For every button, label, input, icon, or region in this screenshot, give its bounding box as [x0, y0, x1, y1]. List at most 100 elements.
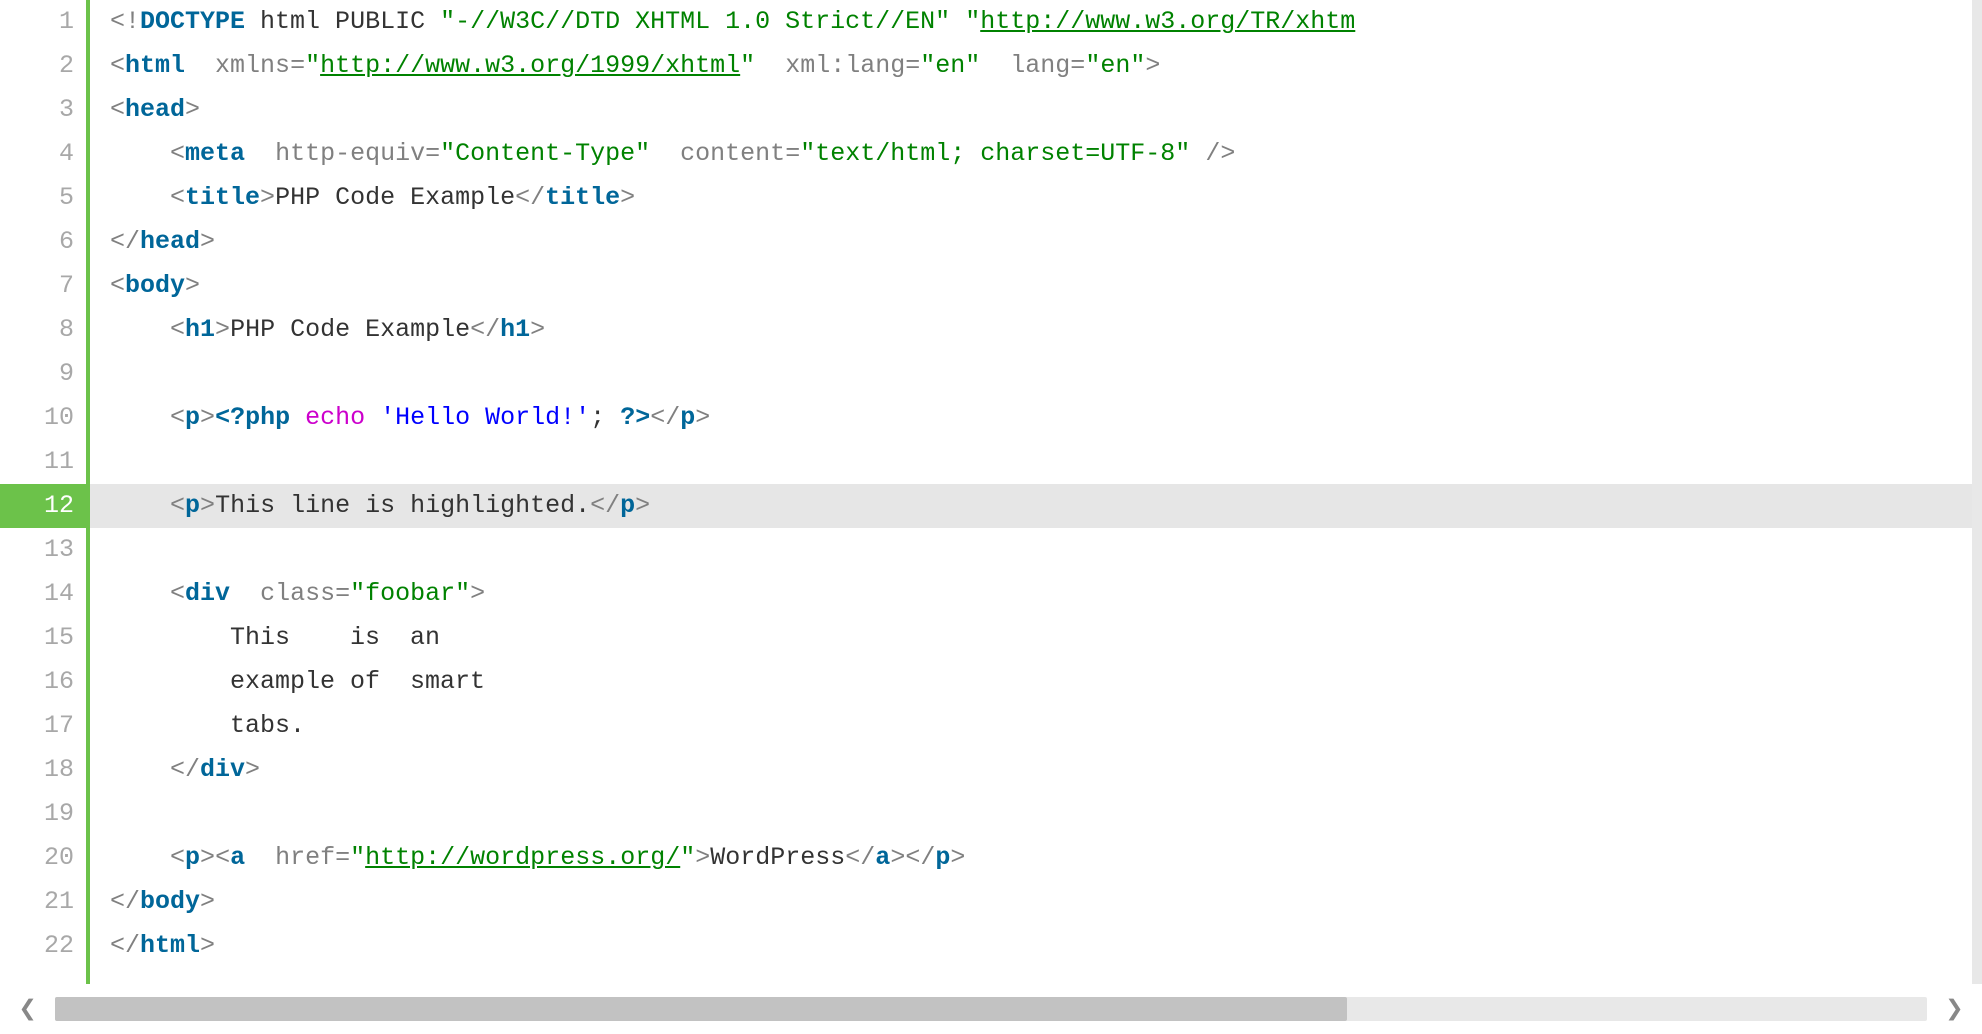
token	[365, 403, 380, 432]
token	[110, 183, 170, 212]
token: </	[110, 227, 140, 256]
line-number: 19	[0, 792, 86, 836]
token	[950, 7, 965, 36]
code-line[interactable]: example of smart	[90, 660, 1972, 704]
token: =	[335, 843, 350, 872]
line-number: 17	[0, 704, 86, 748]
code-line[interactable]: <p><a href="http://wordpress.org/">WordP…	[90, 836, 1972, 880]
token: =	[425, 139, 440, 168]
token: body	[140, 887, 200, 916]
code-line[interactable]: tabs.	[90, 704, 1972, 748]
token: PHP Code Example	[230, 315, 470, 344]
code-line[interactable]	[90, 792, 1972, 836]
token: xml:lang	[785, 51, 905, 80]
token: WordPress	[710, 843, 845, 872]
token: <	[170, 491, 185, 520]
line-number: 1	[0, 0, 86, 44]
scroll-right-button[interactable]: ❯	[1927, 991, 1982, 1028]
token: >	[695, 843, 710, 872]
code-line[interactable]: <div class="foobar">	[90, 572, 1972, 616]
line-number: 22	[0, 924, 86, 968]
token: >	[260, 183, 275, 212]
code-line[interactable]: <h1>PHP Code Example</h1>	[90, 308, 1972, 352]
token: <	[110, 51, 125, 80]
token: <	[170, 139, 185, 168]
code-line[interactable]: <body>	[90, 264, 1972, 308]
token: meta	[185, 139, 245, 168]
token: head	[125, 95, 185, 124]
code-line[interactable]: <title>PHP Code Example</title>	[90, 176, 1972, 220]
code-area[interactable]: <!DOCTYPE html PUBLIC "-//W3C//DTD XHTML…	[90, 0, 1972, 984]
token: http://wordpress.org/	[365, 843, 680, 872]
token: h1	[185, 315, 215, 344]
token: >	[635, 491, 650, 520]
token: <	[170, 843, 185, 872]
token: This line is highlighted.	[215, 491, 590, 520]
token: example of smart	[110, 667, 485, 696]
code-line[interactable]: </html>	[90, 924, 1972, 968]
horizontal-scroll-thumb[interactable]	[55, 997, 1347, 1021]
token: "	[680, 843, 695, 872]
token: >	[695, 403, 710, 432]
code-line[interactable]: </head>	[90, 220, 1972, 264]
token	[980, 51, 1010, 80]
token: </	[590, 491, 620, 520]
line-number: 10	[0, 396, 86, 440]
code-line[interactable]: </body>	[90, 880, 1972, 924]
token: "	[965, 7, 980, 36]
line-number: 20	[0, 836, 86, 880]
code-line[interactable]: <html xmlns="http://www.w3.org/1999/xhtm…	[90, 44, 1972, 88]
token: <	[170, 403, 185, 432]
token: </	[170, 755, 200, 784]
code-line[interactable]: <!DOCTYPE html PUBLIC "-//W3C//DTD XHTML…	[90, 0, 1972, 44]
token: lang	[1010, 51, 1070, 80]
token: >	[200, 843, 215, 872]
token: p	[185, 843, 200, 872]
code-line[interactable]	[90, 440, 1972, 484]
line-number: 2	[0, 44, 86, 88]
token	[110, 755, 170, 784]
code-line[interactable]: </div>	[90, 748, 1972, 792]
code-line[interactable]: <p><?php echo 'Hello World!'; ?></p>	[90, 396, 1972, 440]
token: >	[200, 931, 215, 960]
token: html	[125, 51, 185, 80]
token: </	[470, 315, 500, 344]
token: "	[740, 51, 755, 80]
token: a	[875, 843, 890, 872]
horizontal-scroll-track[interactable]	[55, 997, 1927, 1021]
token: p	[185, 491, 200, 520]
token: title	[185, 183, 260, 212]
token: a	[230, 843, 245, 872]
line-number: 8	[0, 308, 86, 352]
token: </	[650, 403, 680, 432]
token: "en"	[920, 51, 980, 80]
token	[650, 139, 680, 168]
token: "foobar"	[350, 579, 470, 608]
line-number: 6	[0, 220, 86, 264]
token: <	[170, 183, 185, 212]
line-number: 9	[0, 352, 86, 396]
token: html PUBLIC	[245, 7, 440, 36]
code-line[interactable]: <p>This line is highlighted.</p>	[90, 484, 1972, 528]
token: >	[245, 755, 260, 784]
code-editor[interactable]: 12345678910111213141516171819202122 <!DO…	[0, 0, 1982, 984]
token	[1190, 139, 1205, 168]
code-line[interactable]: This is an	[90, 616, 1972, 660]
token	[755, 51, 785, 80]
code-line[interactable]: <meta http-equiv="Content-Type" content=…	[90, 132, 1972, 176]
line-number: 11	[0, 440, 86, 484]
token: xmlns	[215, 51, 290, 80]
scroll-left-button[interactable]: ❮	[0, 991, 55, 1028]
token: <	[110, 271, 125, 300]
token: =	[290, 51, 305, 80]
code-line[interactable]	[90, 352, 1972, 396]
token: <	[215, 843, 230, 872]
token	[110, 579, 170, 608]
token: http-equiv	[275, 139, 425, 168]
token	[110, 139, 170, 168]
token: >	[530, 315, 545, 344]
token: tabs.	[110, 711, 305, 740]
code-line[interactable]	[90, 528, 1972, 572]
code-line[interactable]: <head>	[90, 88, 1972, 132]
token: </	[110, 887, 140, 916]
